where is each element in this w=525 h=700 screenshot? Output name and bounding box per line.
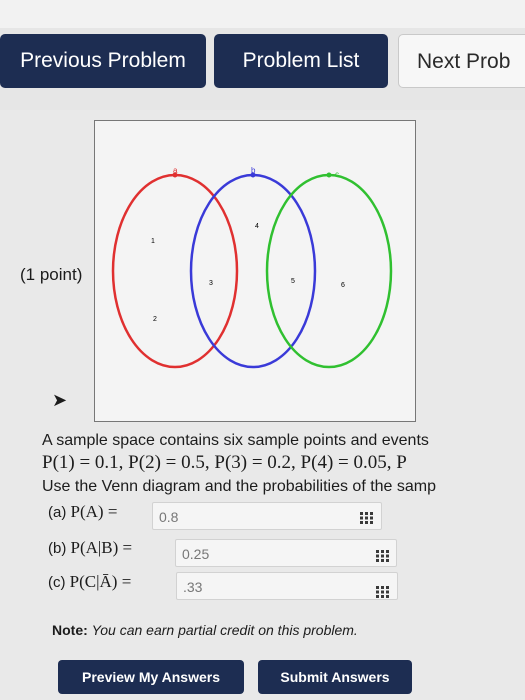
sample-point-4: 4 xyxy=(255,223,259,230)
answer-b-expression: P(A|B) = xyxy=(70,538,133,557)
note-text: You can earn partial credit on this prob… xyxy=(91,622,358,638)
answer-row-c: (c) P(C|Ā) = xyxy=(48,572,131,592)
answer-c-expression: P(C|Ā) = xyxy=(69,572,132,591)
answer-b-input[interactable]: 0.25 xyxy=(175,539,397,567)
sample-point-6: 6 xyxy=(341,282,345,289)
grid-icon[interactable] xyxy=(376,550,390,562)
sample-point-5: 5 xyxy=(291,278,295,285)
venn-diagram: a b c 1 2 3 4 5 6 xyxy=(94,120,416,422)
sample-point-1: 1 xyxy=(151,238,155,245)
answer-row-b: (b) P(A|B) = xyxy=(48,538,132,558)
answer-a-prefix: (a) xyxy=(48,504,67,521)
problem-intro: A sample space contains six sample point… xyxy=(42,432,429,449)
answer-b-prefix: (b) xyxy=(48,540,67,557)
submit-answers-button[interactable]: Submit Answers xyxy=(258,660,412,694)
circle-label-c: c xyxy=(335,170,339,179)
circle-c xyxy=(265,173,393,369)
circle-label-a: a xyxy=(173,166,178,175)
sample-point-3: 3 xyxy=(209,280,213,287)
point-value: (1 point) xyxy=(20,265,83,284)
previous-problem-button[interactable]: Previous Problem xyxy=(0,34,206,88)
answer-c-input[interactable]: .33 xyxy=(176,572,398,600)
grid-icon[interactable] xyxy=(376,586,390,598)
grid-icon[interactable] xyxy=(360,512,374,524)
problem-instruction: Use the Venn diagram and the probabiliti… xyxy=(42,478,437,495)
probability-list: P(1) = 0.1, P(2) = 0.5, P(3) = 0.2, P(4)… xyxy=(42,452,407,473)
next-problem-button[interactable]: Next Prob xyxy=(398,34,525,88)
top-bar xyxy=(0,0,525,28)
mouse-pointer-icon: ➤ xyxy=(52,390,68,410)
sample-point-2: 2 xyxy=(153,316,157,323)
problem-list-button[interactable]: Problem List xyxy=(214,34,388,88)
answer-a-input[interactable]: 0.8 xyxy=(152,502,382,530)
answer-a-expression: P(A) = xyxy=(70,502,118,521)
answer-c-prefix: (c) xyxy=(48,574,66,591)
circle-a xyxy=(111,173,239,369)
circle-label-b: b xyxy=(251,166,256,175)
note-label: Note: xyxy=(52,622,88,638)
circle-b xyxy=(189,173,317,369)
answer-row-a: (a) P(A) = xyxy=(48,502,117,522)
note: Note: You can earn partial credit on thi… xyxy=(52,622,358,638)
preview-answers-button[interactable]: Preview My Answers xyxy=(58,660,244,694)
